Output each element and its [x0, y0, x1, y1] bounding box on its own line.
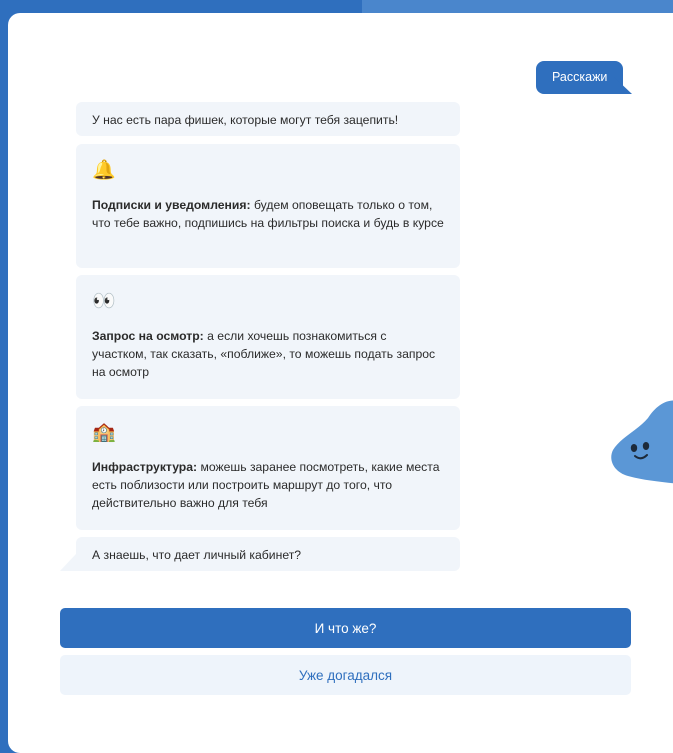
- user-message-bubble: Расскажи: [536, 61, 624, 94]
- window-top-strip: [362, 0, 673, 14]
- bot-message-text: У нас есть пара фишек, которые могут теб…: [92, 113, 399, 127]
- bot-message-intro: У нас есть пара фишек, которые могут теб…: [76, 102, 460, 136]
- chat-card: Расскажи У нас есть пара фишек, которые …: [8, 13, 673, 753]
- already-guessed-button[interactable]: Уже догадался: [60, 655, 631, 695]
- what-is-it-button[interactable]: И что же?: [60, 608, 631, 648]
- school-building-icon: 🏫: [92, 422, 116, 443]
- user-message-text: Расскажи: [552, 70, 608, 84]
- eyes-icon: 👀: [92, 291, 116, 312]
- feature-title: Инфраструктура:: [92, 460, 198, 474]
- mascot-blob-icon: [611, 400, 673, 484]
- feature-title: Запрос на осмотр:: [92, 329, 204, 343]
- bot-message-inspection: 👀 Запрос на осмотр: а если хочешь познак…: [76, 275, 460, 399]
- bell-icon: 🔔: [92, 160, 116, 181]
- bot-message-infrastructure: 🏫 Инфраструктура: можешь заранее посмотр…: [76, 406, 460, 530]
- user-bubble-tail: [614, 77, 632, 94]
- bot-message-subscriptions: 🔔 Подписки и уведомления: будем оповещат…: [76, 144, 460, 268]
- bot-bubble-tail: [60, 554, 76, 571]
- feature-title: Подписки и уведомления:: [92, 198, 251, 212]
- bot-message-text: А знаешь, что дает личный кабинет?: [92, 548, 302, 562]
- bot-message-question: А знаешь, что дает личный кабинет?: [76, 537, 460, 571]
